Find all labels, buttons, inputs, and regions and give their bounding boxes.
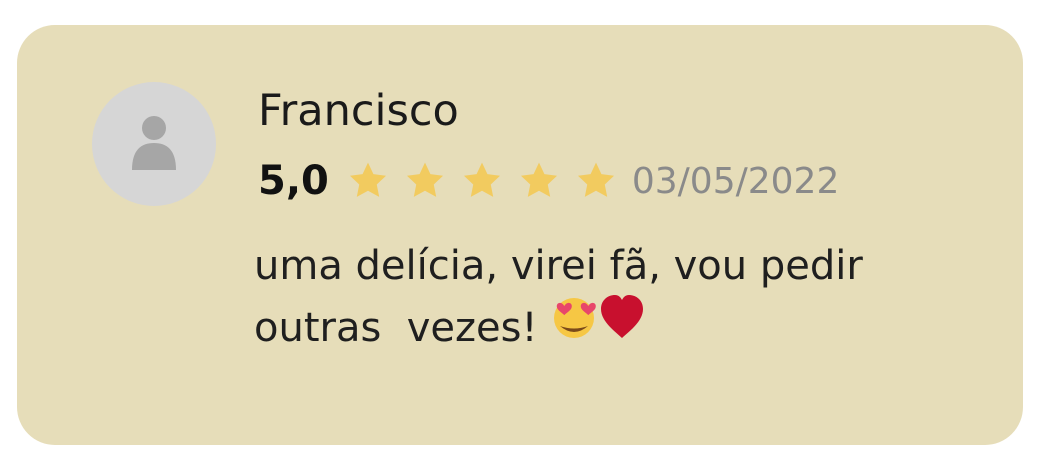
star-rating bbox=[347, 160, 632, 202]
review-comment: uma delícia, virei fã, vou pedir outras … bbox=[254, 235, 994, 359]
heart-eyes-emoji-icon bbox=[550, 293, 598, 359]
red-heart-icon bbox=[598, 294, 646, 358]
person-placeholder-icon bbox=[132, 116, 176, 170]
star-icon bbox=[577, 162, 614, 197]
rating-row: 5,0 03/05/2022 bbox=[258, 153, 839, 209]
review-date: 03/05/2022 bbox=[631, 160, 840, 202]
review-card: Francisco 5,0 03/05/2022 uma delícia, vi… bbox=[17, 25, 1023, 445]
star-icon bbox=[520, 162, 557, 197]
avatar bbox=[92, 82, 216, 206]
star-icon bbox=[406, 162, 443, 197]
rating-value: 5,0 bbox=[258, 158, 329, 204]
reviewer-name: Francisco bbox=[258, 86, 459, 136]
star-icon bbox=[463, 162, 500, 197]
star-icon bbox=[349, 162, 386, 197]
